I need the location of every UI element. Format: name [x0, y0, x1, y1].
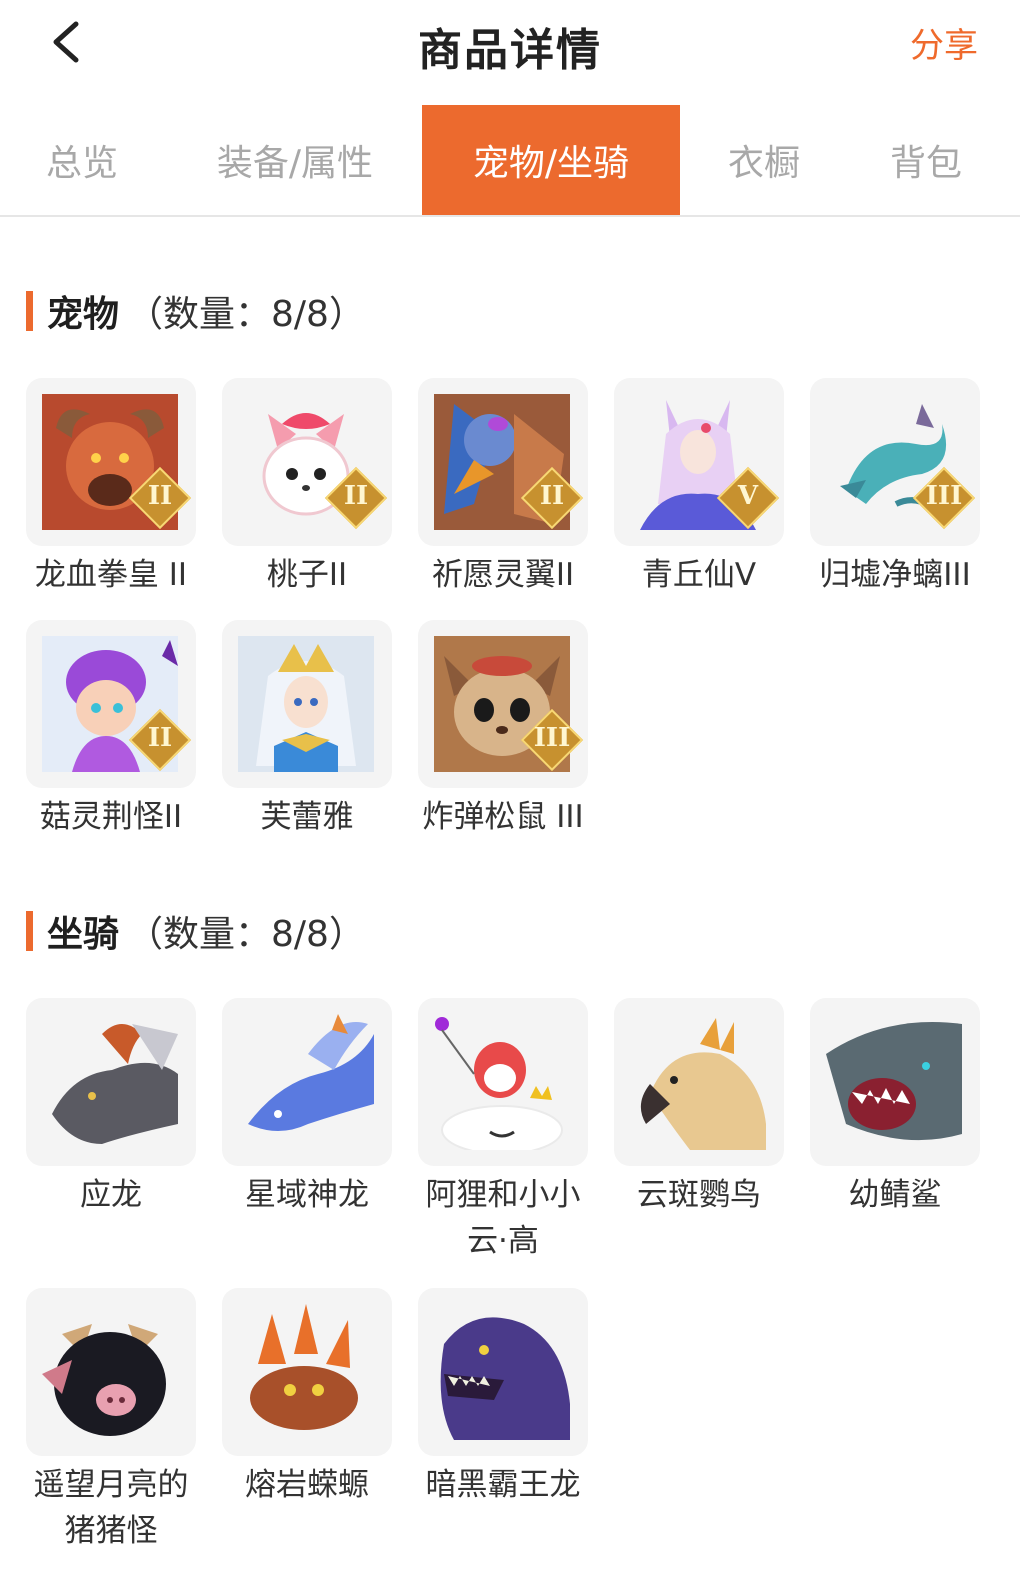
mounts-section-title: 坐骑 （数量：8/8）	[26, 908, 365, 955]
pet-name: 桃子II	[266, 557, 348, 593]
pet-thumbnail[interactable]	[222, 620, 392, 788]
rank-badge-text: III	[533, 723, 571, 753]
rank-badge-text: II	[343, 481, 369, 511]
mount-name: 幼鲭鲨	[848, 1177, 942, 1213]
fox-on-cloud-icon	[434, 1014, 570, 1150]
mount-name: 云斑鹦鸟	[637, 1177, 761, 1213]
rank-badge-text: III	[925, 481, 963, 511]
mount-thumbnail[interactable]	[26, 998, 196, 1166]
mount-thumbnail[interactable]	[418, 998, 588, 1166]
pet-name: 龙血拳皇 II	[34, 557, 188, 593]
section-count: （数量：8/8）	[127, 914, 365, 955]
mount-name: 暗黑霸王龙	[425, 1467, 581, 1503]
pet-thumbnail[interactable]: V	[614, 378, 784, 546]
pet-thumbnail[interactable]: II	[222, 378, 392, 546]
mount-name: 熔岩蝾螈	[245, 1467, 369, 1503]
pet-item[interactable]: II 龙血拳皇 II	[26, 378, 196, 598]
pet-name: 菇灵荆怪II	[39, 799, 183, 835]
mount-name: 应龙	[80, 1177, 142, 1213]
tab-wardrobe[interactable]: 衣橱	[704, 105, 824, 215]
rank-badge-text: II	[147, 481, 173, 511]
pet-thumbnail[interactable]: II	[26, 620, 196, 788]
mount-item[interactable]: 暗黑霸王龙	[418, 1288, 588, 1508]
section-count: （数量：8/8）	[127, 294, 365, 335]
section-accent-bar	[26, 911, 33, 951]
black-pig-icon	[42, 1304, 178, 1440]
mount-thumbnail[interactable]	[418, 1288, 588, 1456]
mount-thumbnail[interactable]	[614, 998, 784, 1166]
mount-name: 阿狸和小小云·高	[425, 1177, 581, 1259]
parrot-bird-icon	[630, 1014, 766, 1150]
tab-bar: 总览 装备/属性 宠物/坐骑 衣橱 背包	[0, 105, 1020, 217]
mount-item[interactable]: 云斑鹦鸟	[614, 998, 784, 1218]
header: 商品详情 分享	[0, 0, 1020, 92]
rank-badge-text: V	[737, 481, 759, 511]
rank-badge-text: II	[539, 481, 565, 511]
mount-thumbnail[interactable]	[26, 1288, 196, 1456]
pets-section-title: 宠物 （数量：8/8）	[26, 288, 365, 335]
pet-item[interactable]: III 炸弹松鼠 III	[418, 620, 588, 840]
shark-icon	[826, 1014, 962, 1150]
mount-item[interactable]: 阿狸和小小云·高	[418, 998, 588, 1264]
pet-item[interactable]: II 桃子II	[222, 378, 392, 598]
page: 商品详情 分享 总览 装备/属性 宠物/坐骑 衣橱 背包 宠物 （数量：8/8）	[0, 0, 1020, 1588]
pet-name: 炸弹松鼠 III	[422, 799, 584, 835]
pet-item[interactable]: II 祈愿灵翼II	[418, 378, 588, 598]
section-name: 宠物	[47, 294, 120, 335]
rank-badge-text: II	[147, 723, 173, 753]
pet-name: 祈愿灵翼II	[431, 557, 575, 593]
page-title: 商品详情	[418, 25, 602, 76]
mount-item[interactable]: 遥望月亮的猪猪怪	[26, 1288, 196, 1554]
share-button[interactable]: 分享	[910, 18, 978, 67]
mount-name: 星域神龙	[245, 1177, 369, 1213]
pet-name: 归墟净螭III	[819, 557, 971, 593]
pet-item[interactable]: 芙蕾雅	[222, 620, 392, 840]
tab-equipment-attributes[interactable]: 装备/属性	[190, 105, 400, 215]
mount-thumbnail[interactable]	[810, 998, 980, 1166]
pet-item[interactable]: II 菇灵荆怪II	[26, 620, 196, 840]
mount-thumbnail[interactable]	[222, 998, 392, 1166]
star-dragon-icon	[238, 1014, 374, 1150]
mount-item[interactable]: 应龙	[26, 998, 196, 1218]
pet-thumbnail[interactable]: III	[418, 620, 588, 788]
section-accent-bar	[26, 291, 33, 331]
tab-bag[interactable]: 背包	[864, 105, 988, 215]
dark-tyrannosaur-icon	[434, 1304, 570, 1440]
section-name: 坐骑	[47, 914, 120, 955]
pet-item[interactable]: III 归墟净螭III	[810, 378, 980, 598]
pet-item[interactable]: V 青丘仙V	[614, 378, 784, 598]
dark-dragon-icon	[42, 1014, 178, 1150]
pet-thumbnail[interactable]: II	[26, 378, 196, 546]
mount-item[interactable]: 幼鲭鲨	[810, 998, 980, 1218]
lava-salamander-icon	[238, 1304, 374, 1440]
mount-thumbnail[interactable]	[222, 1288, 392, 1456]
mount-item[interactable]: 星域神龙	[222, 998, 392, 1218]
pet-name: 青丘仙V	[641, 557, 757, 593]
pet-thumbnail[interactable]: II	[418, 378, 588, 546]
tab-overview[interactable]: 总览	[22, 105, 142, 215]
mount-item[interactable]: 熔岩蝾螈	[222, 1288, 392, 1508]
pet-name: 芙蕾雅	[260, 799, 354, 835]
tab-pets-mounts[interactable]: 宠物/坐骑	[422, 105, 680, 215]
valkyrie-icon	[238, 636, 374, 772]
mount-name: 遥望月亮的猪猪怪	[33, 1467, 189, 1549]
pet-thumbnail[interactable]: III	[810, 378, 980, 546]
